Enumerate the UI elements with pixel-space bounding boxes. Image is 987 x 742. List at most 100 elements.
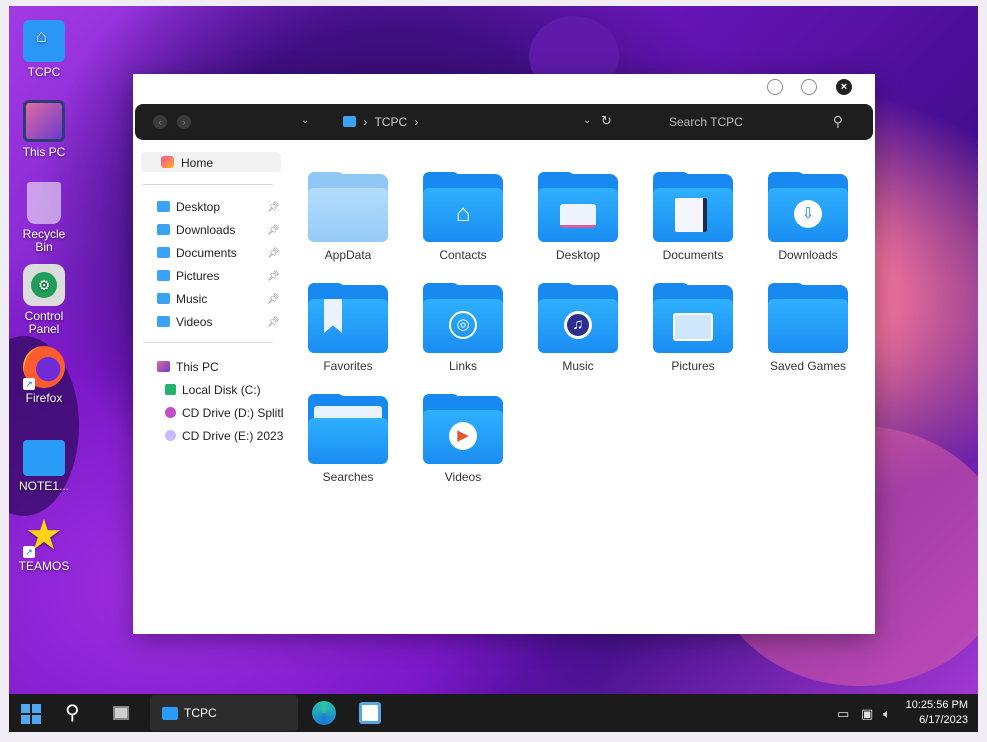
desktop-icon-this-pc[interactable]: This PC (15, 100, 73, 159)
desktop-icon-recycle-bin[interactable]: Recycle Bin (15, 182, 73, 254)
pin-icon[interactable]: 📌︎ (267, 294, 280, 305)
desktop-icon-note[interactable]: NOTE1... (15, 434, 73, 493)
back-button[interactable]: ‹ (153, 115, 167, 129)
clock-date: 6/17/2023 (919, 714, 968, 726)
folder-label: Downloads (778, 248, 838, 262)
folder-item[interactable]: ⌂ Contacts (413, 172, 513, 262)
clock-time: 10:25:56 PM (905, 699, 968, 711)
close-button[interactable]: × (836, 79, 852, 95)
address-dropdown-button[interactable]: ⌄ (583, 115, 591, 126)
desktop-icon-firefox[interactable]: ↗ Firefox (15, 346, 73, 405)
pin-icon[interactable]: 📌︎ (267, 248, 280, 259)
pin-icon[interactable]: 📌︎ (267, 225, 280, 236)
divider (143, 342, 273, 343)
folder-item[interactable]: ▶ Videos (413, 394, 513, 484)
chevron-down-icon: ⌄ (583, 115, 592, 126)
forward-button[interactable]: › (177, 115, 191, 129)
task-view-icon (113, 706, 129, 720)
sidebar-item-home[interactable]: Home (141, 152, 281, 172)
folder-item[interactable]: Desktop (528, 172, 628, 262)
sidebar-item-label: Pictures (176, 269, 220, 283)
desktop-icon-control-panel[interactable]: ⚙ Control Panel (15, 264, 73, 336)
folder-item[interactable]: Searches (298, 394, 398, 484)
desktop-icon-label: TEAMOS (18, 559, 70, 573)
battery-icon[interactable]: ▭ (837, 706, 849, 722)
desktop-icon-teamos[interactable]: ★ ↗ TEAMOS (15, 514, 73, 573)
sidebar-item-label: Videos (176, 315, 213, 329)
volume-icon[interactable]: 🔈︎ (883, 706, 891, 722)
folder-icon (23, 440, 65, 476)
breadcrumb[interactable]: › TCPC › (343, 115, 418, 129)
clock[interactable]: 10:25:56 PM 6/17/2023 (906, 698, 968, 728)
desktop-icon-label: Firefox (25, 391, 63, 405)
chevron-down-icon: ⌄ (301, 115, 310, 126)
pictures-folder-icon (653, 283, 733, 353)
search-button[interactable]: ⚲ (65, 700, 89, 726)
search-placeholder: Search TCPC (669, 115, 743, 129)
start-button[interactable] (21, 700, 43, 726)
star-icon: ★ ↗ (23, 514, 65, 558)
folder-label: Links (448, 359, 477, 373)
drive-icon (165, 384, 176, 395)
sidebar-item-label: CD Drive (D:) SplitD (182, 406, 283, 420)
folder-icon (162, 707, 178, 720)
home-folder-icon: ⌂ (23, 20, 65, 62)
search-icon: ⚲ (65, 702, 80, 724)
music-folder-icon (157, 293, 170, 304)
sidebar-item-downloads[interactable]: Downloads (157, 223, 281, 237)
sidebar-item-label: Music (176, 292, 208, 306)
folder-item[interactable]: ♫ Music (528, 283, 628, 373)
taskbar-item-tcpc[interactable]: TCPC (150, 695, 298, 731)
network-icon[interactable]: ▣ (861, 706, 873, 722)
folder-item[interactable]: AppData (298, 172, 398, 262)
folder-label: Searches (322, 470, 374, 484)
videos-folder-icon (157, 316, 170, 327)
monitor-icon (157, 361, 170, 372)
maximize-button[interactable] (801, 79, 817, 95)
taskbar-item-edge[interactable] (311, 700, 337, 726)
sidebar-item-music[interactable]: Music (157, 292, 281, 306)
folder-label: Saved Games (769, 359, 847, 373)
divider (143, 184, 273, 185)
contacts-folder-icon: ⌂ (423, 172, 503, 242)
sidebar-item-cd-drive-d[interactable]: CD Drive (D:) SplitD (165, 406, 283, 420)
recent-locations-button[interactable]: ⌄ (301, 115, 309, 126)
folder-item[interactable]: Saved Games (758, 283, 858, 373)
pin-icon[interactable]: 📌︎ (267, 317, 280, 328)
sidebar-item-videos[interactable]: Videos (157, 315, 281, 329)
breadcrumb-item[interactable]: TCPC (374, 115, 407, 129)
sidebar-item-local-disk[interactable]: Local Disk (C:) (165, 383, 283, 397)
sidebar-item-desktop[interactable]: Desktop (157, 200, 281, 214)
folder-item[interactable]: ⇩ Downloads (758, 172, 858, 262)
search-input[interactable]: Search TCPC ⚲ (597, 109, 861, 135)
desktop-icon-tcpc[interactable]: ⌂ TCPC (15, 20, 73, 79)
pin-icon[interactable]: 📌︎ (267, 202, 280, 213)
pin-icon[interactable]: 📌︎ (267, 271, 280, 282)
folder-item[interactable]: Pictures (643, 283, 743, 373)
folder-icon (343, 116, 356, 127)
arrow-left-icon: ‹ (158, 117, 162, 127)
folder-label: AppData (324, 248, 372, 262)
folder-label: Favorites (323, 359, 373, 373)
sidebar-item-this-pc[interactable]: This PC (157, 360, 281, 374)
file-explorer-window: × ‹ › ⌄ › TCPC › ⌄ ↻ Search TCPC ⚲ Home … (133, 74, 875, 634)
taskbar: ⚲ TCPC ▭ ▣ 🔈︎ 10:25:56 PM 6/17/2023 (9, 694, 978, 732)
sidebar-item-cd-drive-e[interactable]: CD Drive (E:) 2023-0 (165, 429, 283, 443)
task-view-button[interactable] (109, 700, 135, 726)
home-icon (161, 156, 174, 168)
arrow-right-icon: › (182, 117, 186, 127)
folder-item[interactable]: Favorites (298, 283, 398, 373)
search-icon: ⚲ (832, 113, 843, 129)
sidebar-item-label: Downloads (176, 223, 236, 237)
windows-logo-icon (21, 704, 41, 724)
minimize-button[interactable] (767, 79, 783, 95)
links-folder-icon: ◎ (423, 283, 503, 353)
taskbar-item-store[interactable] (357, 700, 383, 726)
disc-icon (165, 407, 176, 418)
videos-folder-icon: ▶ (423, 394, 503, 464)
sidebar-item-pictures[interactable]: Pictures (157, 269, 281, 283)
desktop-icon-label: This PC (22, 145, 66, 159)
sidebar-item-documents[interactable]: Documents (157, 246, 281, 260)
folder-item[interactable]: ◎ Links (413, 283, 513, 373)
folder-item[interactable]: Documents (643, 172, 743, 262)
